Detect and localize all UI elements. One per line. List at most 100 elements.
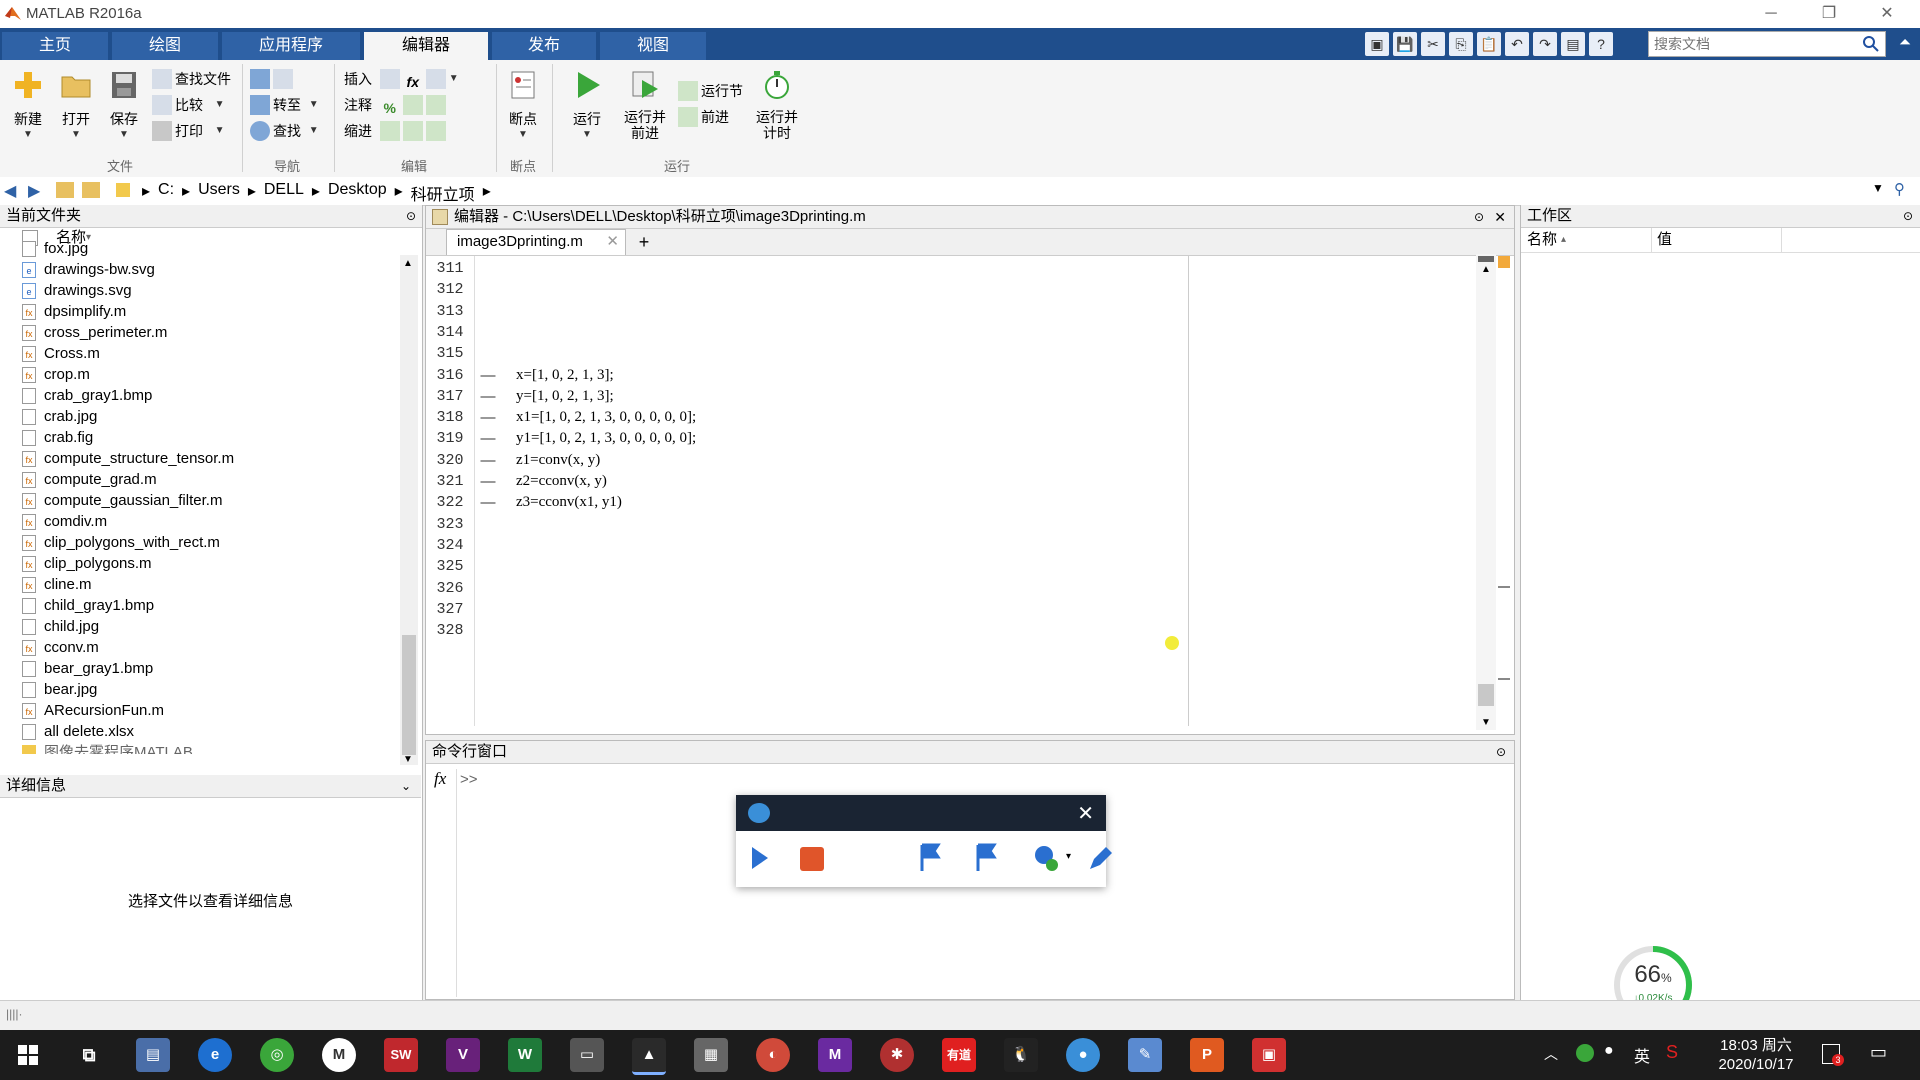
- app-w-icon[interactable]: W: [508, 1038, 542, 1072]
- crumb-project[interactable]: 科研立项: [411, 181, 475, 205]
- file-list-item[interactable]: fx Cross.m: [0, 343, 422, 364]
- file-list-item[interactable]: e drawings.svg: [0, 280, 422, 301]
- browse-folder-icon[interactable]: [82, 182, 100, 198]
- file-list-item[interactable]: fx clip_polygons_with_rect.m: [0, 532, 422, 553]
- fx-icon[interactable]: fx: [434, 769, 446, 789]
- qq-icon[interactable]: 🐧: [1004, 1038, 1038, 1072]
- browser-360-icon[interactable]: ◎: [260, 1038, 294, 1072]
- advance-button[interactable]: 前进: [678, 104, 758, 130]
- smart-indent-icon[interactable]: [379, 121, 400, 141]
- comment-label[interactable]: 注释: [344, 92, 372, 118]
- redo-icon[interactable]: ↷: [1533, 32, 1557, 56]
- breakpoint-marker[interactable]: —: [478, 367, 498, 384]
- editor-scrollbar[interactable]: ▲ ▼: [1476, 254, 1496, 730]
- breakpoint-marker[interactable]: —: [478, 452, 498, 469]
- app-purple-icon[interactable]: M: [818, 1038, 852, 1072]
- edge-browser-icon[interactable]: e: [198, 1038, 232, 1072]
- breakpoint-marker[interactable]: —: [478, 494, 498, 511]
- visual-studio-icon[interactable]: V: [446, 1038, 480, 1072]
- panel-menu-icon[interactable]: ⊙: [406, 205, 416, 227]
- layout-icon[interactable]: ▣: [1365, 32, 1389, 56]
- action-center-icon[interactable]: ▭: [1870, 1042, 1887, 1063]
- tray-expand-icon[interactable]: ︿: [1544, 1044, 1558, 1064]
- file-list-item[interactable]: all delete.xlsx: [0, 721, 422, 742]
- paste-icon[interactable]: 📋: [1477, 32, 1501, 56]
- tab-view[interactable]: 视图: [600, 32, 706, 60]
- file-list-item[interactable]: fx ARecursionFun.m: [0, 700, 422, 721]
- windows-start-icon[interactable]: [18, 1045, 38, 1065]
- file-list-item[interactable]: fx cconv.m: [0, 637, 422, 658]
- tray-360-icon[interactable]: [1576, 1044, 1594, 1062]
- zoom-add-icon[interactable]: [1032, 843, 1062, 873]
- ws-col-name[interactable]: 名称: [1527, 228, 1557, 252]
- file-list-item[interactable]: fx compute_structure_tensor.m: [0, 448, 422, 469]
- workspace-menu-icon[interactable]: ⊙: [1903, 205, 1913, 227]
- search-input[interactable]: [1652, 32, 1856, 56]
- solidworks-icon[interactable]: SW: [384, 1038, 418, 1072]
- tray-qq-icon[interactable]: ●: [1604, 1042, 1614, 1060]
- code-line[interactable]: z1=conv(x, y): [516, 452, 600, 469]
- forward-arrow-icon[interactable]: [273, 69, 293, 89]
- file-list-item[interactable]: fx dpsimplify.m: [0, 301, 422, 322]
- paint-icon[interactable]: ✎: [1128, 1038, 1162, 1072]
- code-line[interactable]: y=[1, 0, 2, 1, 3];: [516, 388, 614, 405]
- insert-section-icon[interactable]: [379, 69, 400, 89]
- goto-button[interactable]: 转至 ▼: [250, 92, 330, 118]
- file-list-scrollbar[interactable]: ▲ ▼: [400, 255, 418, 765]
- file-list-item[interactable]: fx compute_grad.m: [0, 469, 422, 490]
- details-collapse-icon[interactable]: ⌄: [401, 775, 411, 797]
- tab-plots[interactable]: 绘图: [112, 32, 218, 60]
- restore-button[interactable]: ❐: [1806, 2, 1852, 26]
- code-line[interactable]: z3=cconv(x1, y1): [516, 494, 622, 511]
- search-box[interactable]: [1648, 31, 1886, 57]
- recorder-taskbar-icon[interactable]: ●: [1066, 1038, 1100, 1072]
- ws-col-value[interactable]: 值: [1657, 228, 1672, 252]
- scanner-icon[interactable]: ▭: [570, 1038, 604, 1072]
- run-button[interactable]: 运行 ▼: [566, 68, 608, 140]
- file-list-item[interactable]: fx cline.m: [0, 574, 422, 595]
- percent-icon[interactable]: %: [380, 95, 400, 116]
- details-header[interactable]: 详细信息 ⌄: [0, 775, 421, 798]
- calculator-icon[interactable]: ▦: [694, 1038, 728, 1072]
- powerpoint-icon[interactable]: P: [1190, 1038, 1224, 1072]
- crumb-dell[interactable]: DELL: [264, 181, 304, 205]
- close-window-button[interactable]: ✕: [1864, 2, 1910, 26]
- save-icon[interactable]: 💾: [1393, 32, 1417, 56]
- comment-icon[interactable]: [402, 95, 423, 115]
- matlab-taskbar-icon[interactable]: ▲: [632, 1038, 666, 1075]
- indent-label[interactable]: 缩进: [344, 118, 372, 144]
- code-area[interactable]: 311 312 313 314 315 316 — x=[1, 0, 2, 1, 3]; 317…: [426, 256, 1514, 726]
- new-button[interactable]: 新建 ▼: [8, 68, 48, 140]
- file-list-item[interactable]: child_gray1.bmp: [0, 595, 422, 616]
- code-analyzer-indicator[interactable]: [1498, 256, 1510, 268]
- save-button[interactable]: 保存 ▼: [104, 68, 144, 140]
- breakpoint-marker[interactable]: —: [478, 409, 498, 426]
- editor-file-tab[interactable]: image3Dprinting.m ✕: [446, 229, 626, 255]
- file-list-item[interactable]: crab_gray1.bmp: [0, 385, 422, 406]
- zoom-dropdown-icon[interactable]: ▾: [1066, 851, 1071, 862]
- editor-scroll-thumb[interactable]: [1478, 684, 1494, 706]
- switch-window-icon[interactable]: ▤: [1561, 32, 1585, 56]
- clock[interactable]: 18:03 周六 2020/10/17: [1696, 1036, 1816, 1074]
- app-m-icon[interactable]: M: [322, 1038, 356, 1072]
- file-list-item[interactable]: fox.jpg: [0, 238, 422, 259]
- file-list-item[interactable]: crab.fig: [0, 427, 422, 448]
- collapse-ribbon-icon[interactable]: ⏶: [1894, 32, 1916, 54]
- youdao-icon[interactable]: 有道: [942, 1038, 976, 1072]
- find-files-button[interactable]: 查找文件: [152, 66, 242, 92]
- file-list-item[interactable]: fx comdiv.m: [0, 511, 422, 532]
- task-view-icon[interactable]: ⧉: [72, 1038, 106, 1072]
- new-tab-icon[interactable]: +: [630, 229, 658, 255]
- uncomment-icon[interactable]: [425, 95, 446, 115]
- file-list-item[interactable]: fx compute_gaussian_filter.m: [0, 490, 422, 511]
- input-lang[interactable]: 英: [1634, 1043, 1650, 1067]
- run-advance-button[interactable]: 运行并 前进: [620, 68, 670, 141]
- forward-icon[interactable]: ▶: [28, 181, 40, 201]
- run-section-button[interactable]: 运行节: [678, 78, 758, 104]
- stop-icon[interactable]: [800, 847, 824, 871]
- command-menu-icon[interactable]: ⊙: [1496, 741, 1506, 763]
- marker-right-icon[interactable]: [972, 841, 1006, 875]
- file-list-item[interactable]: fx crop.m: [0, 364, 422, 385]
- tab-publish[interactable]: 发布: [492, 32, 596, 60]
- code-line[interactable]: x=[1, 0, 2, 1, 3];: [516, 367, 614, 384]
